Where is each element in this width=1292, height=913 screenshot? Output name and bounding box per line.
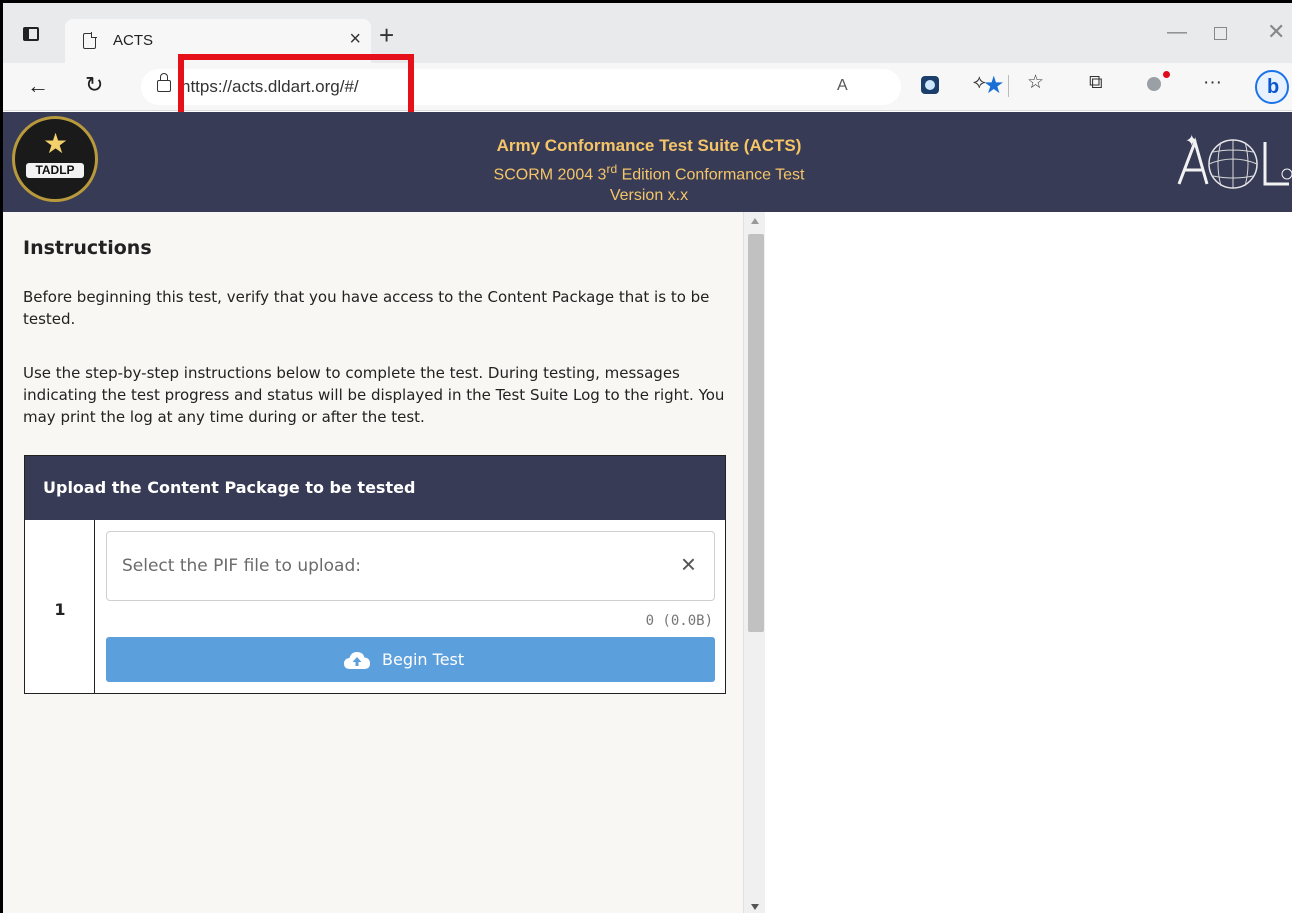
scroll-thumb[interactable] — [748, 234, 764, 632]
step-column: 1 — [25, 520, 95, 693]
maximize-button[interactable] — [1214, 27, 1227, 40]
favorite-star-icon[interactable]: ★ — [983, 74, 1005, 98]
instructions-paragraph: Before beginning this test, verify that … — [23, 288, 710, 328]
back-button[interactable]: ← — [27, 75, 49, 97]
reload-button[interactable]: ↻ — [85, 74, 103, 96]
file-select-input[interactable]: Select the PIF file to upload: × — [106, 531, 715, 601]
notification-dot — [1163, 71, 1170, 78]
browser-window: ACTS × + — ✕ ← ↻ https://acts.dldart.org… — [0, 0, 1292, 913]
read-aloud-icon[interactable]: A — [837, 77, 848, 95]
begin-test-label: Begin Test — [382, 650, 465, 669]
site-subtitle: SCORM 2004 3rd Edition Conformance Test — [493, 162, 805, 184]
bing-chat-icon[interactable]: b — [1255, 70, 1289, 104]
upload-panel-header: Upload the Content Package to be tested — [25, 456, 725, 520]
collections-icon[interactable]: ⧉ — [1089, 73, 1103, 93]
svg-text:✦: ✦ — [1185, 133, 1198, 150]
lock-icon[interactable] — [157, 73, 171, 92]
extensions-puzzle-icon[interactable]: ⟡ — [973, 73, 986, 93]
extension-icon[interactable] — [921, 76, 939, 94]
new-tab-button[interactable]: + — [379, 22, 394, 48]
adl-logo: ✦ — [1177, 133, 1292, 189]
site-header: ★ TADLP Army Conformance Test Suite (ACT… — [3, 112, 1292, 212]
url-highlight-box — [178, 54, 414, 118]
file-size-label: 0 (0.0B) — [645, 613, 713, 629]
cloud-upload-icon — [344, 652, 370, 669]
test-suite-log-panel — [766, 212, 1292, 913]
toolbar-divider — [1008, 75, 1009, 97]
favorites-icon[interactable]: ☆ — [1027, 73, 1044, 93]
profile-icon[interactable] — [1147, 77, 1161, 91]
tab-title: ACTS — [113, 32, 154, 49]
scroll-up-arrow-icon[interactable] — [751, 218, 759, 224]
instructions-panel: Instructions Before beginning this test,… — [3, 212, 745, 913]
minimize-button[interactable]: — — [1167, 21, 1187, 44]
tab-close-button[interactable]: × — [349, 29, 361, 49]
page-icon — [83, 32, 97, 49]
window-close-button[interactable]: ✕ — [1267, 19, 1285, 45]
site-title: Army Conformance Test Suite (ACTS) — [496, 136, 802, 155]
upload-panel: Upload the Content Package to be tested … — [24, 455, 726, 694]
vertical-scrollbar[interactable] — [743, 212, 765, 913]
instructions-heading: Instructions — [23, 237, 152, 259]
clear-file-button[interactable]: × — [681, 550, 696, 578]
scroll-down-arrow-icon[interactable] — [751, 904, 759, 910]
step-number: 1 — [54, 600, 66, 619]
begin-test-button[interactable]: Begin Test — [106, 637, 715, 682]
site-version: Version x.x — [609, 187, 689, 204]
file-placeholder[interactable]: Select the PIF file to upload: — [122, 556, 361, 576]
upload-panel-title: Upload the Content Package to be tested — [43, 478, 416, 497]
tab-actions-icon[interactable] — [23, 27, 39, 41]
more-menu-icon[interactable]: ··· — [1203, 73, 1222, 93]
instructions-paragraph: Use the step-by-step instructions below … — [23, 364, 725, 426]
